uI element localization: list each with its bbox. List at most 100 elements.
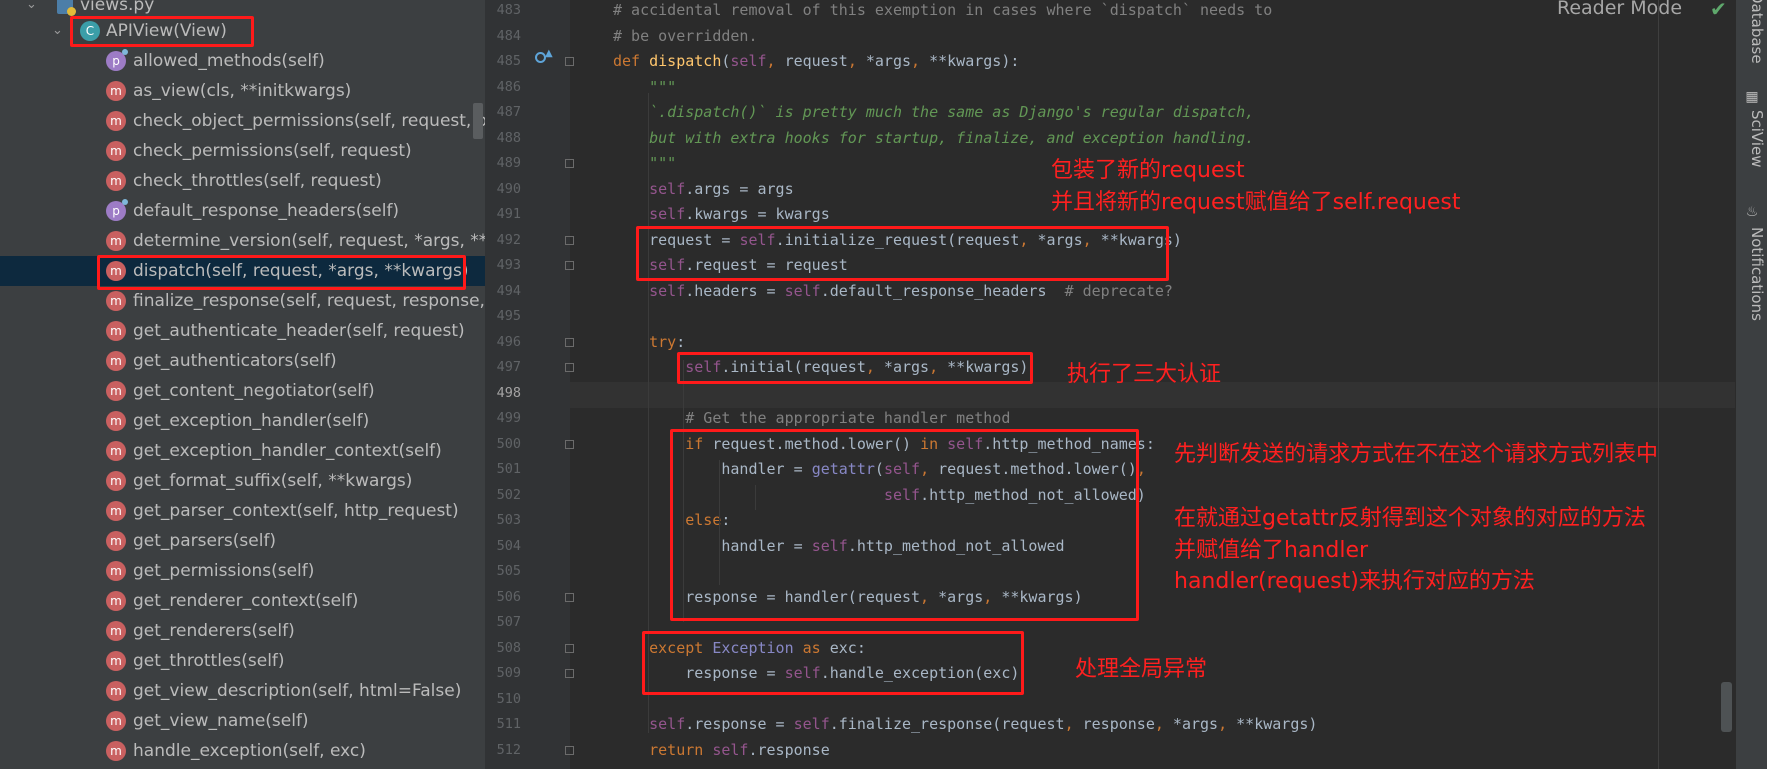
method-icon: m (106, 111, 126, 131)
tree-member-row[interactable]: m get_view_name(self) (0, 706, 485, 736)
tree-scrollbar[interactable] (473, 103, 483, 139)
annotation-note-4c: handler(request)来执行对应的方法 (1174, 569, 1535, 594)
code-line[interactable]: # be overridden. (613, 24, 758, 49)
highlight-box-class (70, 16, 254, 47)
fold-marker-icon[interactable] (565, 745, 574, 755)
line-number: 495 (496, 308, 521, 324)
line-number: 500 (496, 435, 521, 452)
property-icon: p (106, 49, 128, 71)
annotation-note-1b: 并且将新的request赋值给了self.request (1051, 190, 1461, 215)
fold-marker-icon[interactable] (565, 261, 574, 270)
tree-member-row[interactable]: m handle_exception(self, exc) (0, 736, 485, 766)
fold-marker-icon[interactable] (565, 337, 574, 347)
line-number: 512 (496, 741, 521, 758)
tool-database[interactable]: Database (1738, 0, 1766, 64)
line-number: 504 (496, 537, 521, 554)
right-tool-strip: Database ▦ SciView ♨ Notifications (1735, 0, 1767, 769)
arrow-up-icon: ▲ (545, 48, 553, 59)
fold-marker-icon[interactable] (565, 439, 574, 449)
line-number: 510 (496, 690, 521, 707)
code-line[interactable]: # accidental removal of this exemption i… (613, 0, 1272, 23)
tree-member-row[interactable]: m get_renderers(self) (0, 616, 485, 646)
tree-member-label: as_view(cls, **initkwargs) (133, 81, 352, 101)
tool-sciview[interactable]: SciView (1738, 110, 1766, 168)
method-icon: m (106, 441, 126, 461)
fold-marker-icon[interactable] (565, 363, 574, 372)
method-icon: m (106, 471, 126, 491)
tree-member-row[interactable]: m get_throttles(self) (0, 646, 485, 676)
fold-marker-icon[interactable] (565, 643, 574, 653)
tree-member-label: allowed_methods(self) (133, 51, 325, 71)
tree-member-row[interactable]: m determine_version(self, request, *args,… (0, 226, 485, 256)
code-line[interactable]: """ (613, 75, 676, 100)
tree-member-row[interactable]: m get_view_description(self, html=False) (0, 676, 485, 706)
line-gutter: 483 484 485 486 487 488 489 490 491 492 493 494 495 4… (485, 0, 574, 769)
tree-member-row[interactable]: m as_view(cls, **initkwargs) (0, 76, 485, 106)
tree-member-row[interactable]: m get_parsers(self) (0, 526, 485, 556)
tree-member-label: default_response_headers(self) (133, 201, 400, 221)
fold-marker-icon[interactable] (565, 57, 574, 66)
tree-member-label: get_view_description(self, html=False) (133, 681, 462, 701)
tree-member-row[interactable]: m get_exception_handler_context(self) (0, 436, 485, 466)
tool-notifications[interactable]: Notifications (1738, 227, 1766, 321)
fold-marker-icon[interactable] (565, 592, 574, 602)
method-icon: m (106, 561, 126, 581)
code-editor[interactable]: 483 484 485 486 487 488 489 490 491 492 493 494 495 4… (485, 0, 1735, 769)
tree-member-label: get_format_suffix(self, **kwargs) (133, 471, 413, 491)
code-line[interactable]: self.headers = self.default_response_hea… (613, 279, 1173, 304)
tree-member-label: check_object_permissions(self, request, … (133, 111, 485, 131)
tree-member-row[interactable]: m get_exception_handler(self) (0, 406, 485, 436)
tree-member-row[interactable]: p allowed_methods(self) (0, 46, 485, 76)
tree-member-label: get_parsers(self) (133, 531, 277, 551)
tree-member-label: check_throttles(self, request) (133, 171, 382, 191)
code-line[interactable]: try: (613, 330, 685, 355)
tree-member-label: get_view_name(self) (133, 711, 309, 731)
tree-member-row[interactable]: m get_authenticators(self) (0, 346, 485, 376)
code-line[interactable]: `.dispatch()` is pretty much the same as… (613, 100, 1254, 125)
code-line[interactable]: but with extra hooks for startup, finali… (613, 126, 1254, 151)
line-number: 502 (496, 486, 521, 503)
sciview-icon[interactable]: ▦ (1745, 90, 1759, 104)
line-number: 491 (496, 206, 521, 222)
code-line[interactable]: self.kwargs = kwargs (613, 202, 830, 227)
reader-mode-button[interactable]: Reader Mode (1557, 0, 1682, 19)
tree-member-row[interactable]: m finalize_response(self, request, respon… (0, 286, 485, 316)
code-line[interactable]: self.response = self.finalize_response(r… (613, 712, 1317, 737)
tree-member-row[interactable]: m get_content_negotiator(self) (0, 376, 485, 406)
tree-member-row[interactable]: m check_throttles(self, request) (0, 166, 485, 196)
code-line[interactable]: # Get the appropriate handler method (613, 406, 1010, 431)
chevron-down-icon[interactable]: ⌄ (52, 16, 63, 46)
tree-member-row[interactable]: m get_authenticate_header(self, request) (0, 316, 485, 346)
tree-member-row[interactable]: p default_response_headers(self) (0, 196, 485, 226)
tree-member-row[interactable]: m get_format_suffix(self, **kwargs) (0, 466, 485, 496)
line-number: 487 (496, 104, 521, 120)
tree-member-row[interactable]: m get_renderer_context(self) (0, 586, 485, 616)
tree-member-row[interactable]: m check_permissions(self, request) (0, 136, 485, 166)
method-icon: m (106, 591, 126, 611)
tree-member-row[interactable]: m get_permissions(self) (0, 556, 485, 586)
editor-scrollbar[interactable] (1721, 682, 1732, 732)
checkmark-icon[interactable]: ✔ (1710, 0, 1727, 21)
tree-member-label: get_renderer_context(self) (133, 591, 359, 611)
tree-member-label: get_authenticate_header(self, request) (133, 321, 465, 341)
tree-member-row[interactable]: m get_parser_context(self, http_request) (0, 496, 485, 526)
fold-marker-icon[interactable] (565, 235, 574, 245)
line-number: 511 (496, 716, 521, 732)
method-icon: m (106, 81, 126, 101)
code-line[interactable]: """ (613, 151, 676, 176)
code-line[interactable]: self.args = args (613, 177, 794, 202)
code-line[interactable]: return self.response (613, 738, 830, 763)
tree-member-label: get_throttles(self) (133, 651, 285, 671)
tree-member-label: get_exception_handler_context(self) (133, 441, 442, 461)
fold-marker-icon[interactable] (565, 669, 574, 678)
fold-marker-icon[interactable] (565, 159, 574, 168)
line-number: 490 (496, 180, 521, 197)
bell-icon[interactable]: ♨ (1745, 205, 1759, 219)
method-icon: m (106, 621, 126, 641)
code-line[interactable]: def dispatch(self, request, *args, **kwa… (613, 49, 1019, 74)
method-icon: m (106, 651, 126, 671)
tree-member-row[interactable]: m check_object_permissions(self, request,… (0, 106, 485, 136)
tree-member-label: get_parser_context(self, http_request) (133, 501, 459, 521)
method-icon: m (106, 141, 126, 161)
method-icon: m (106, 681, 126, 701)
